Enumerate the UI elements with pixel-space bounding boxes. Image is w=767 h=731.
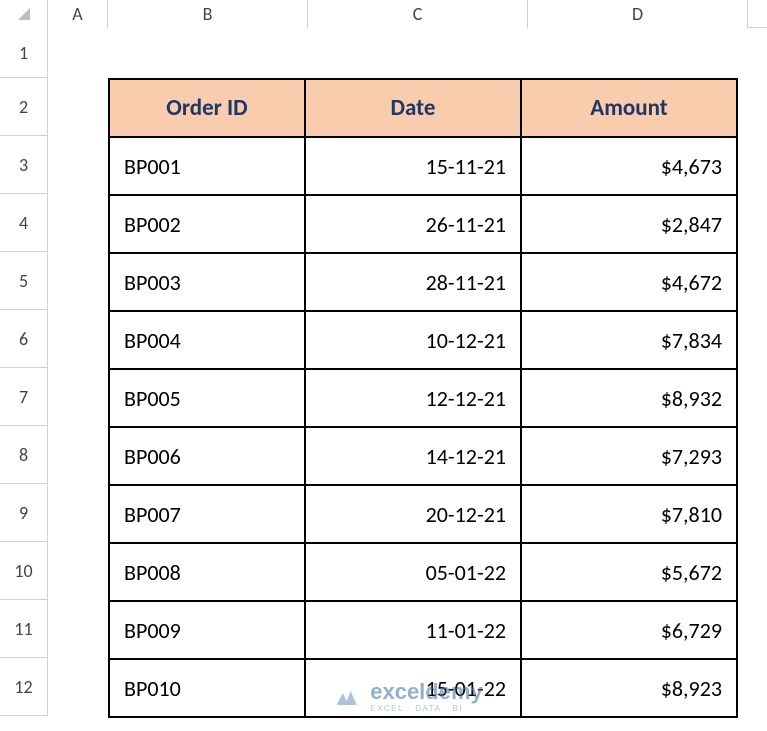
cell-amount[interactable]: $8,932 xyxy=(521,369,737,427)
table-row: BP006 14-12-21 $7,293 xyxy=(109,427,737,485)
row-header-3[interactable]: 3 xyxy=(0,136,48,194)
cell-amount[interactable]: $6,729 xyxy=(521,601,737,659)
cell-date[interactable]: 10-12-21 xyxy=(305,311,521,369)
watermark-main: exceldemy xyxy=(370,681,483,703)
header-order-id[interactable]: Order ID xyxy=(109,79,305,137)
cell-amount[interactable]: $7,834 xyxy=(521,311,737,369)
table-row: BP008 05-01-22 $5,672 xyxy=(109,543,737,601)
col-header-D[interactable]: D xyxy=(528,0,748,28)
row-header-5[interactable]: 5 xyxy=(0,252,48,310)
cell-amount[interactable]: $5,672 xyxy=(521,543,737,601)
column-header-row: A B C D xyxy=(0,0,767,28)
col-header-B[interactable]: B xyxy=(108,0,308,28)
col-header-C[interactable]: C xyxy=(308,0,528,28)
table-row: BP009 11-01-22 $6,729 xyxy=(109,601,737,659)
row-header-10[interactable]: 10 xyxy=(0,542,48,600)
cell-date[interactable]: 20-12-21 xyxy=(305,485,521,543)
spreadsheet: A B C D 1 2 3 4 5 6 7 8 9 10 11 12 Order… xyxy=(0,0,767,731)
header-date[interactable]: Date xyxy=(305,79,521,137)
select-all-icon xyxy=(16,6,32,22)
cell-date[interactable]: 26-11-21 xyxy=(305,195,521,253)
row-header-9[interactable]: 9 xyxy=(0,484,48,542)
cell-order-id[interactable]: BP010 xyxy=(109,659,305,717)
row-header-6[interactable]: 6 xyxy=(0,310,48,368)
cell-order-id[interactable]: BP005 xyxy=(109,369,305,427)
row-header-4[interactable]: 4 xyxy=(0,194,48,252)
table-row: BP007 20-12-21 $7,810 xyxy=(109,485,737,543)
watermark-text: exceldemy EXCEL · DATA · BI xyxy=(370,681,483,713)
watermark: exceldemy EXCEL · DATA · BI xyxy=(332,681,483,713)
col-header-A[interactable]: A xyxy=(48,0,108,28)
row-header-2[interactable]: 2 xyxy=(0,78,48,136)
row-header-11[interactable]: 11 xyxy=(0,600,48,658)
cells-area[interactable]: Order ID Date Amount BP001 15-11-21 $4,6… xyxy=(48,28,767,731)
row-header-8[interactable]: 8 xyxy=(0,426,48,484)
watermark-sub: EXCEL · DATA · BI xyxy=(370,705,483,713)
cell-amount[interactable]: $2,847 xyxy=(521,195,737,253)
cell-order-id[interactable]: BP001 xyxy=(109,137,305,195)
row-header-1[interactable]: 1 xyxy=(0,28,48,78)
cell-date[interactable]: 11-01-22 xyxy=(305,601,521,659)
select-all-corner[interactable] xyxy=(0,0,48,28)
cell-date[interactable]: 14-12-21 xyxy=(305,427,521,485)
cell-order-id[interactable]: BP009 xyxy=(109,601,305,659)
cell-order-id[interactable]: BP007 xyxy=(109,485,305,543)
cell-amount[interactable]: $4,673 xyxy=(521,137,737,195)
cell-date[interactable]: 05-01-22 xyxy=(305,543,521,601)
row-header-7[interactable]: 7 xyxy=(0,368,48,426)
cell-order-id[interactable]: BP002 xyxy=(109,195,305,253)
cell-order-id[interactable]: BP004 xyxy=(109,311,305,369)
data-table-wrap: Order ID Date Amount BP001 15-11-21 $4,6… xyxy=(108,78,738,718)
cell-order-id[interactable]: BP006 xyxy=(109,427,305,485)
data-table: Order ID Date Amount BP001 15-11-21 $4,6… xyxy=(108,78,738,718)
cell-amount[interactable]: $4,672 xyxy=(521,253,737,311)
cell-order-id[interactable]: BP003 xyxy=(109,253,305,311)
cell-date[interactable]: 12-12-21 xyxy=(305,369,521,427)
cell-date[interactable]: 28-11-21 xyxy=(305,253,521,311)
cell-date[interactable]: 15-11-21 xyxy=(305,137,521,195)
table-row: BP003 28-11-21 $4,672 xyxy=(109,253,737,311)
cell-amount[interactable]: $7,810 xyxy=(521,485,737,543)
row-header-12[interactable]: 12 xyxy=(0,658,48,716)
table-row: BP005 12-12-21 $8,932 xyxy=(109,369,737,427)
cell-order-id[interactable]: BP008 xyxy=(109,543,305,601)
watermark-icon xyxy=(332,683,360,711)
cell-amount[interactable]: $8,923 xyxy=(521,659,737,717)
header-amount[interactable]: Amount xyxy=(521,79,737,137)
cell-amount[interactable]: $7,293 xyxy=(521,427,737,485)
row-header-column: 1 2 3 4 5 6 7 8 9 10 11 12 xyxy=(0,28,48,716)
table-row: BP002 26-11-21 $2,847 xyxy=(109,195,737,253)
table-row: BP001 15-11-21 $4,673 xyxy=(109,137,737,195)
table-row: BP004 10-12-21 $7,834 xyxy=(109,311,737,369)
table-header-row: Order ID Date Amount xyxy=(109,79,737,137)
